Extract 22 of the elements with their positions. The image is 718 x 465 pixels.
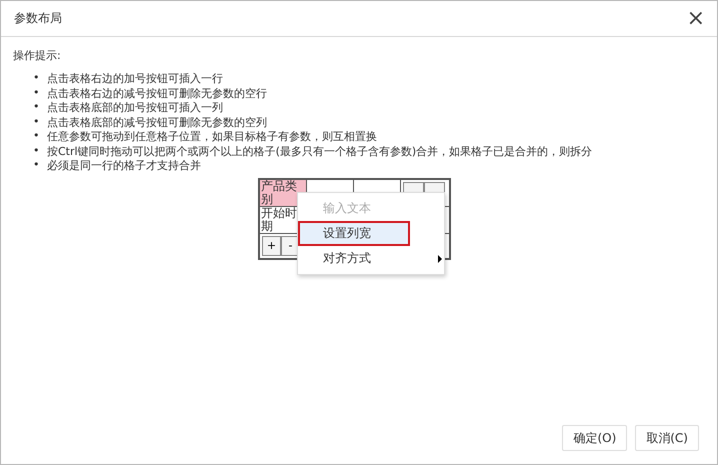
- dialog-button[interactable]: 确定(O): [562, 425, 628, 451]
- menu-item[interactable]: 对齐方式: [298, 246, 444, 270]
- hint-item: 必须是同一行的格子才支持合并: [47, 158, 201, 172]
- bullet-mark: •: [33, 144, 40, 157]
- menu-item[interactable]: 设置列宽: [298, 220, 410, 246]
- hint-item: 点击表格右边的加号按钮可插入一行: [47, 71, 223, 86]
- hint-item: 点击表格底部的加号按钮可插入一列: [47, 100, 223, 114]
- hint-item: 点击表格右边的减号按钮可删除无参数的空行: [47, 86, 267, 100]
- hint-item: 任意参数可拖动到任意格子位置，如果目标格子有参数，则互相置换: [47, 129, 377, 144]
- bullet-mark: •: [33, 114, 40, 128]
- bullet-mark: •: [33, 158, 40, 172]
- dialog-button[interactable]: 取消(C): [635, 425, 699, 451]
- hint-item: 按Ctrl键同时拖动可以把两个或两个以上的格子(最多只有一个格子含有参数)合并，如果格子已是合并的，则拆分: [47, 144, 592, 158]
- bullet-mark: •: [33, 100, 40, 114]
- column-button[interactable]: +: [262, 236, 281, 256]
- bullet-mark: •: [33, 86, 40, 99]
- window-title: 参数布局: [14, 10, 62, 27]
- hint-title: 操作提示:: [13, 49, 62, 63]
- close-button[interactable]: ×: [686, 8, 705, 30]
- bullet-mark: •: [33, 71, 40, 84]
- bullet-mark: •: [33, 129, 40, 142]
- hint-item: 点击表格底部的减号按钮可删除无参数的空列: [47, 114, 267, 129]
